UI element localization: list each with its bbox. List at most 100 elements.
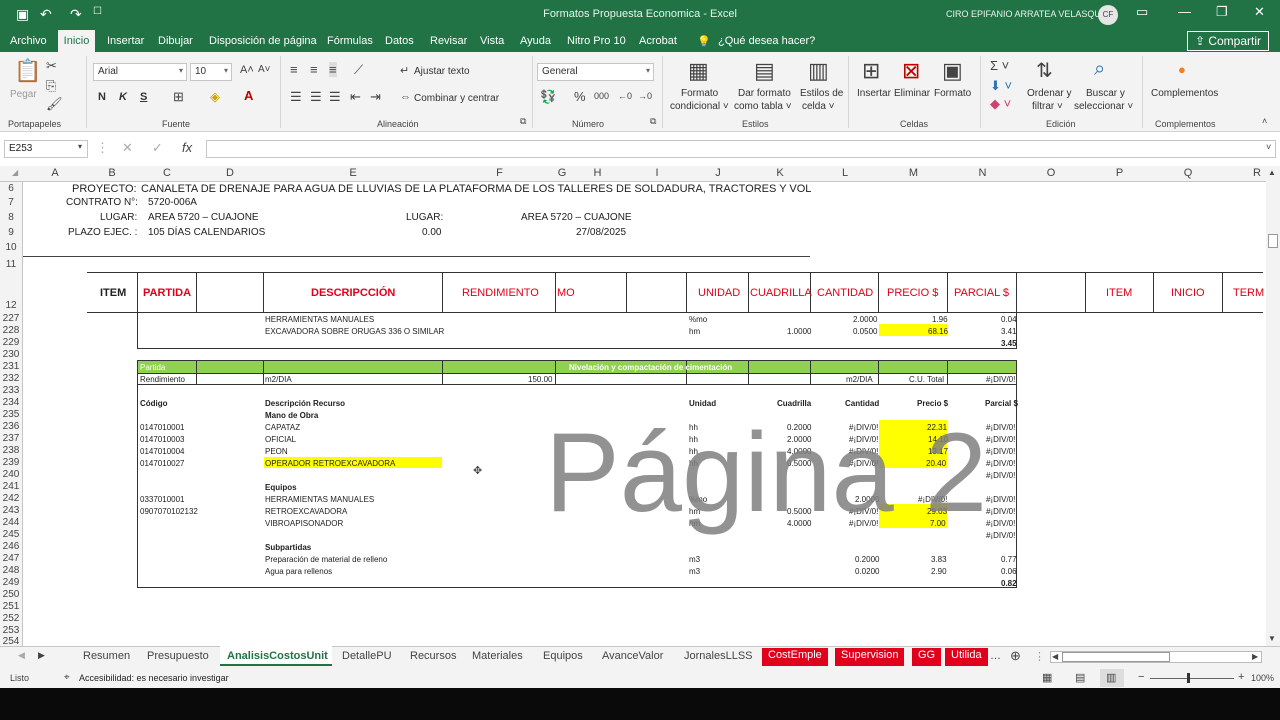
align-right-icon[interactable]: ☰ [329,89,341,105]
underline-button[interactable]: S [140,91,147,103]
scroll-up-icon[interactable]: ▲ [1268,168,1276,177]
sheet-tab-jornales[interactable]: JornalesLLSS [684,650,753,662]
line-unit[interactable]: m3 [689,567,700,576]
th-mo[interactable]: MO [557,287,575,299]
row-number[interactable]: 6 [0,183,22,194]
prev-total[interactable]: 3.45 [1001,339,1017,348]
col-cuadrilla[interactable]: Cuadrilla [777,399,811,408]
indent-increase-icon[interactable]: ⇥ [370,89,381,105]
next-sheet-icon[interactable]: ▶ [38,650,45,661]
enter-icon[interactable]: ✓ [152,140,163,156]
row-number[interactable]: 233 [0,385,22,396]
sort-filter-icon[interactable]: ⇅ [1036,58,1053,83]
sheet-tab-gg[interactable]: GG [912,648,942,666]
proyecto-value[interactable]: CANALETA DE DRENAJE PARA AGUA DE LLUVIAS… [141,183,811,195]
row-number[interactable]: 243 [0,505,22,516]
column-d[interactable]: D [197,167,263,179]
delete-cells-button[interactable]: Eliminar [894,88,930,99]
page-break-view-icon[interactable]: ▥ [1106,671,1116,684]
line-cant[interactable]: 0.0200 [855,567,879,576]
close-icon[interactable]: ✕ [1254,4,1265,20]
col-cantidad[interactable]: Cantidad [845,399,879,408]
sheet-tab-materiales[interactable]: Materiales [472,650,523,662]
th-item2[interactable]: ITEM [1106,287,1132,299]
align-bottom-icon[interactable]: ≡ [329,62,337,77]
row-number[interactable]: 240 [0,469,22,480]
sheet-tab-detallepu[interactable]: DetallePU [342,650,392,662]
sheet-tab-supervision[interactable]: Supervision [835,648,905,666]
row-number[interactable]: 9 [0,227,22,238]
prev-sheet-icon[interactable]: ◀ [18,650,25,661]
sheet-tab-recursos[interactable]: Recursos [410,650,456,662]
sort-filter-button[interactable]: Ordenar y [1027,88,1071,99]
row-number[interactable]: 249 [0,577,22,588]
th-descripcion[interactable]: DESCRIPCCIÓN [311,287,395,299]
shrink-font-icon[interactable]: A˅ [258,64,271,75]
cut-icon[interactable]: ✂ [46,58,57,74]
line-code[interactable]: 0147010003 [140,435,185,444]
mano-obra-label[interactable]: Mano de Obra [265,411,318,420]
column-j[interactable]: J [687,167,749,179]
namebox-dropdown-icon[interactable]: ▾ [78,142,82,151]
vertical-scroll-thumb[interactable] [1268,234,1278,248]
normal-view-icon[interactable]: ▦ [1042,671,1052,684]
rendimiento-label[interactable]: Rendimiento [140,375,185,384]
prev-parcial[interactable]: 0.04 [1001,315,1017,324]
th-rendimiento[interactable]: RENDIMIENTO [462,287,539,299]
name-box[interactable]: E253 [4,140,88,158]
avatar[interactable]: CF [1098,5,1118,25]
subtotal-equipos[interactable]: #¡DIV/0! [986,531,1015,540]
contrato-value[interactable]: 5720-006A [148,197,197,208]
horizontal-scroll-thumb[interactable] [1062,652,1170,662]
column-e[interactable]: E [263,167,443,179]
tab-datos[interactable]: Datos [385,35,414,47]
row-number[interactable]: 237 [0,433,22,444]
merge-center-button[interactable]: Combinar y centrar [414,93,499,104]
line-desc[interactable]: HERRAMIENTAS MANUALES [265,495,374,504]
decrease-decimal-icon[interactable]: →0 [638,91,652,101]
line-parcial[interactable]: #¡DIV/0! [986,495,1015,504]
lugar2-value[interactable]: AREA 5720 – CUAJONE [521,212,632,223]
plazo-value[interactable]: 105 DÍAS CALENDARIOS [148,227,265,238]
subpartidas-label[interactable]: Subpartidas [265,543,311,552]
row-number[interactable]: 242 [0,493,22,504]
find-select-icon[interactable]: ⌕ [1094,58,1105,81]
row-number[interactable]: 253 [0,625,22,636]
increase-decimal-icon[interactable]: ←0 [618,91,632,101]
row-number[interactable]: 234 [0,397,22,408]
cell-styles-button[interactable]: Estilos de [800,88,843,99]
row-number[interactable]: 247 [0,553,22,564]
row-number[interactable]: 241 [0,481,22,492]
row-number[interactable]: 244 [0,517,22,528]
line-desc[interactable]: VIBROAPISONADOR [265,519,343,528]
column-q[interactable]: Q [1154,167,1222,179]
formula-input[interactable] [206,140,1276,158]
row-number[interactable]: 252 [0,613,22,624]
prev-unit[interactable]: %mo [689,315,707,324]
tab-revisar[interactable]: Revisar [430,35,467,47]
column-a[interactable]: A [23,167,87,179]
prev-precio[interactable]: 1.96 [932,315,948,324]
accounting-icon[interactable]: 💱 [540,89,556,105]
align-middle-icon[interactable]: ≡ [310,62,318,77]
align-top-icon[interactable]: ≡ [290,62,298,77]
line-desc[interactable]: CAPATAZ [265,423,300,432]
page-layout-icon[interactable]: ▤ [1075,671,1085,684]
line-code[interactable]: 0147010027 [140,459,185,468]
column-k[interactable]: K [749,167,811,179]
tab-acrobat[interactable]: Acrobat [639,35,677,47]
prev-unit[interactable]: hm [689,327,700,336]
sheet-tab-resumen[interactable]: Resumen [83,650,130,662]
tab-formulas[interactable]: Fórmulas [327,35,373,47]
prev-cant[interactable]: 2.0000 [853,315,877,324]
table-format-icon[interactable]: ▤ [754,58,775,84]
prev-cuad[interactable]: 1.0000 [787,327,811,336]
autosum-icon[interactable]: Σ ˅ [990,58,1009,73]
column-g[interactable]: G [556,167,568,179]
column-n[interactable]: N [948,167,1017,179]
column-h[interactable]: H [568,167,627,179]
scroll-left-icon[interactable]: ◀ [1052,652,1058,661]
format-cells-icon[interactable]: ▣ [942,58,963,84]
sheet-tab-analisis[interactable]: AnalisisCostosUnit [227,650,328,662]
percent-icon[interactable]: % [574,89,586,104]
